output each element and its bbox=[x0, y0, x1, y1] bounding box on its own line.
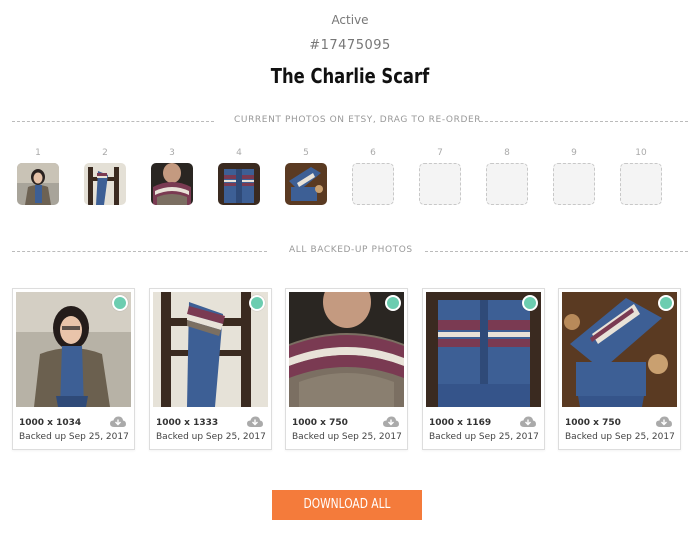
download-all-button[interactable]: DOWNLOAD ALL bbox=[272, 490, 422, 520]
slot-number: 8 bbox=[504, 148, 510, 158]
slot-number: 4 bbox=[236, 148, 242, 158]
slot-number: 5 bbox=[303, 148, 309, 158]
backed-up-date: Backed up Sep 25, 2017 bbox=[565, 432, 675, 442]
listing-id: #17475095 bbox=[309, 38, 391, 53]
current-photo-slot-4[interactable] bbox=[218, 163, 260, 205]
slot-number: 6 bbox=[370, 148, 376, 158]
photo-thumbnail bbox=[151, 163, 193, 205]
cloud-download-icon[interactable] bbox=[383, 416, 399, 428]
backed-up-photo-card[interactable]: 1000 x 750 Backed up Sep 25, 2017 bbox=[558, 288, 681, 450]
selected-check-icon[interactable] bbox=[112, 295, 128, 311]
cloud-download-icon[interactable] bbox=[656, 416, 672, 428]
slot-number: 9 bbox=[571, 148, 577, 158]
page-title: The Charlie Scarf bbox=[270, 64, 430, 88]
current-photos-divider: CURRENT PHOTOS ON ETSY, DRAG TO RE-ORDER bbox=[12, 115, 688, 129]
backed-up-photo bbox=[289, 292, 404, 407]
backed-up-photo bbox=[562, 292, 677, 407]
photo-dimensions: 1000 x 1034 bbox=[19, 418, 82, 428]
current-photo-slot-2[interactable] bbox=[84, 163, 126, 205]
empty-photo-slot-6[interactable] bbox=[352, 163, 394, 205]
selected-check-icon[interactable] bbox=[385, 295, 401, 311]
backed-up-photo bbox=[16, 292, 131, 407]
backed-up-photos-divider: ALL BACKED-UP PHOTOS bbox=[12, 245, 688, 259]
backed-up-photo-card[interactable]: 1000 x 1169 Backed up Sep 25, 2017 bbox=[422, 288, 545, 450]
photo-dimensions: 1000 x 1333 bbox=[156, 418, 219, 428]
empty-photo-slot-10[interactable] bbox=[620, 163, 662, 205]
photo-thumbnail bbox=[285, 163, 327, 205]
photo-dimensions: 1000 x 750 bbox=[565, 418, 621, 428]
current-photo-slot-5[interactable] bbox=[285, 163, 327, 205]
backed-up-date: Backed up Sep 25, 2017 bbox=[156, 432, 266, 442]
photo-dimensions: 1000 x 750 bbox=[292, 418, 348, 428]
slot-number: 1 bbox=[35, 148, 41, 158]
backed-up-date: Backed up Sep 25, 2017 bbox=[19, 432, 129, 442]
cloud-download-icon[interactable] bbox=[520, 416, 536, 428]
backed-up-photos-heading: ALL BACKED-UP PHOTOS bbox=[289, 245, 413, 255]
current-photo-slot-3[interactable] bbox=[151, 163, 193, 205]
slot-number: 2 bbox=[102, 148, 108, 158]
photo-dimensions: 1000 x 1169 bbox=[429, 418, 492, 428]
slot-number: 7 bbox=[437, 148, 443, 158]
current-photos-heading: CURRENT PHOTOS ON ETSY, DRAG TO RE-ORDER bbox=[234, 115, 482, 125]
backed-up-photo-card[interactable]: 1000 x 1034 Backed up Sep 25, 2017 bbox=[12, 288, 135, 450]
photo-thumbnail bbox=[17, 163, 59, 205]
selected-check-icon[interactable] bbox=[522, 295, 538, 311]
backed-up-photo-card[interactable]: 1000 x 1333 Backed up Sep 25, 2017 bbox=[149, 288, 272, 450]
backed-up-date: Backed up Sep 25, 2017 bbox=[292, 432, 402, 442]
selected-check-icon[interactable] bbox=[249, 295, 265, 311]
download-all-label: DOWNLOAD ALL bbox=[303, 497, 391, 512]
photo-thumbnail bbox=[218, 163, 260, 205]
empty-photo-slot-7[interactable] bbox=[419, 163, 461, 205]
backed-up-photo-card[interactable]: 1000 x 750 Backed up Sep 25, 2017 bbox=[285, 288, 408, 450]
cloud-download-icon[interactable] bbox=[110, 416, 126, 428]
empty-photo-slot-8[interactable] bbox=[486, 163, 528, 205]
empty-photo-slot-9[interactable] bbox=[553, 163, 595, 205]
backed-up-photo bbox=[153, 292, 268, 407]
backed-up-photo bbox=[426, 292, 541, 407]
current-photo-slot-1[interactable] bbox=[17, 163, 59, 205]
listing-status: Active bbox=[331, 13, 369, 27]
photo-thumbnail bbox=[84, 163, 126, 205]
cloud-download-icon[interactable] bbox=[247, 416, 263, 428]
selected-check-icon[interactable] bbox=[658, 295, 674, 311]
slot-number: 3 bbox=[169, 148, 175, 158]
backed-up-date: Backed up Sep 25, 2017 bbox=[429, 432, 539, 442]
slot-number: 10 bbox=[635, 148, 647, 158]
